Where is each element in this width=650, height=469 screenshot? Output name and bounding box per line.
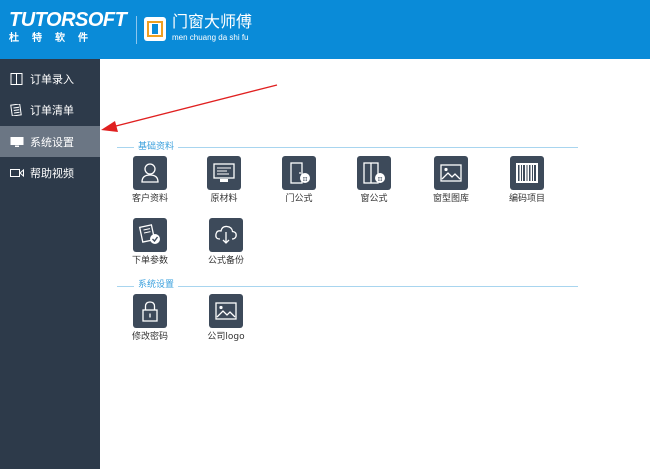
tile-label: 公司logo [207, 332, 245, 342]
tile-formula-backup[interactable]: 公式备份 [196, 218, 256, 267]
door-icon [10, 72, 24, 85]
sidebar-item-label: 订单录入 [30, 72, 74, 86]
header-divider [136, 16, 137, 44]
svg-text:π: π [378, 175, 383, 183]
image-icon [434, 156, 468, 190]
sidebar-item-order-entry[interactable]: 订单录入 [0, 63, 100, 94]
app-subtitle: men chuang da shi fu [172, 33, 249, 42]
tile-label: 编码项目 [508, 194, 545, 204]
tile-window-formula[interactable]: π 窗公式 [344, 156, 404, 205]
monitor-icon [10, 136, 24, 148]
sidebar: 订单录入 订单清单 系统设置 帮助视频 [0, 59, 100, 469]
sidebar-item-help-video[interactable]: 帮助视频 [0, 157, 100, 188]
tile-label: 门公式 [285, 194, 313, 204]
section-title-system: 系统设置 [134, 280, 179, 291]
tile-label: 窗型图库 [432, 194, 469, 204]
sidebar-item-label: 系统设置 [30, 135, 74, 149]
tile-door-formula[interactable]: π 门公式 [269, 156, 329, 205]
section-title-basic: 基础资料 [134, 142, 179, 153]
brand-logo: TUTORSOFT 杜特软件 [9, 9, 127, 45]
tile-customer[interactable]: 客户资料 [120, 156, 180, 205]
tile-label: 客户资料 [131, 194, 168, 204]
tile-window-gallery[interactable]: 窗型图库 [421, 156, 481, 205]
section-divider-system [117, 286, 578, 287]
logo-image-icon [209, 294, 243, 328]
user-icon [133, 156, 167, 190]
tile-material[interactable]: 原材料 [194, 156, 254, 205]
tile-label: 窗公式 [360, 194, 388, 204]
video-icon [10, 167, 24, 179]
order-params-icon [133, 218, 167, 252]
svg-text:π: π [303, 175, 308, 183]
app-header: TUTORSOFT 杜特软件 门窗大师傅 men chuang da shi f… [0, 0, 650, 59]
app-logo-icon [144, 17, 166, 41]
brand-name-en: TUTORSOFT [9, 9, 127, 31]
lock-icon [133, 294, 167, 328]
brand-name-cn: 杜特软件 [9, 33, 101, 44]
door-formula-icon: π [282, 156, 316, 190]
tile-label: 原材料 [210, 194, 238, 204]
material-icon [207, 156, 241, 190]
tile-label: 修改密码 [131, 332, 168, 342]
cloud-backup-icon [209, 218, 243, 252]
barcode-icon [510, 156, 544, 190]
sidebar-item-label: 帮助视频 [30, 166, 74, 180]
section-divider-basic [117, 147, 578, 148]
sidebar-item-order-list[interactable]: 订单清单 [0, 94, 100, 125]
tile-company-logo[interactable]: 公司logo [196, 294, 256, 343]
list-icon [10, 103, 24, 116]
tile-label: 下单参数 [131, 256, 168, 266]
tile-label: 公式备份 [207, 256, 244, 266]
tile-change-password[interactable]: 修改密码 [120, 294, 180, 343]
window-formula-icon: π [357, 156, 391, 190]
sidebar-item-label: 订单清单 [30, 103, 74, 117]
tile-order-params[interactable]: 下单参数 [120, 218, 180, 267]
sidebar-item-system-settings[interactable]: 系统设置 [0, 126, 100, 157]
tile-coding-items[interactable]: 编码项目 [497, 156, 557, 205]
app-title: 门窗大师傅 [172, 12, 253, 31]
